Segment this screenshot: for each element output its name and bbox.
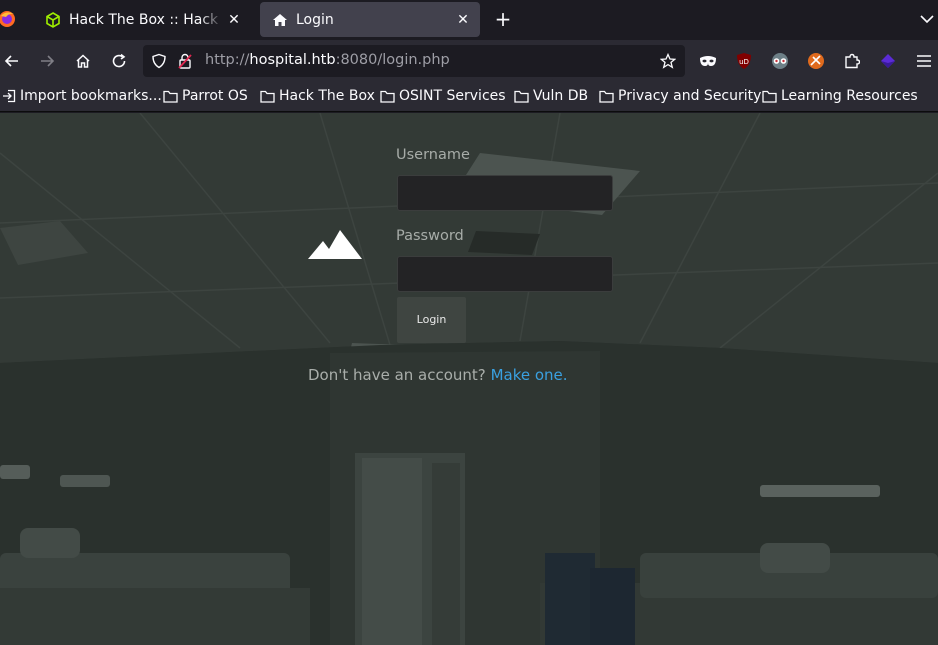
ublock-origin-button[interactable]: uD	[732, 49, 756, 73]
mountain-logo-icon	[308, 230, 362, 259]
chevron-down-icon[interactable]	[918, 10, 936, 28]
url-scheme: http://	[205, 52, 250, 68]
login-page: Username Password Login Don't have an ac…	[0, 113, 938, 645]
home-button[interactable]	[71, 49, 95, 73]
bookmark-folder-osint-services[interactable]: OSINT Services	[380, 88, 506, 104]
extensions-button[interactable]	[840, 49, 864, 73]
forward-button[interactable]	[35, 49, 59, 73]
bookmark-folder-privacy-and-security[interactable]: Privacy and Security	[599, 88, 761, 104]
tab-title: Login	[296, 11, 334, 28]
navigation-toolbar: http://hospital.htb:8080/login.php uD	[0, 40, 938, 82]
bookmark-folder-hack-the-box[interactable]: Hack The Box	[260, 88, 375, 104]
import-icon	[3, 89, 16, 103]
login-button[interactable]: Login	[397, 297, 466, 343]
app-menu-button[interactable]	[912, 49, 936, 73]
close-tab-icon[interactable]: ✕	[452, 12, 474, 28]
bookmark-label: OSINT Services	[399, 88, 506, 104]
url-path: :8080/login.php	[335, 52, 450, 68]
tab-login[interactable]: Login ✕	[260, 2, 480, 37]
puzzle-icon	[845, 53, 860, 69]
folder-icon	[599, 90, 614, 103]
username-input[interactable]	[397, 175, 613, 211]
bookmark-label: Privacy and Security	[618, 88, 762, 104]
reload-icon	[112, 53, 126, 68]
close-tab-icon[interactable]: ✕	[223, 12, 245, 28]
private-mask-button[interactable]	[696, 49, 720, 73]
url-host: hospital.htb	[249, 52, 336, 68]
hamburger-menu-icon	[917, 55, 931, 67]
forward-arrow-icon	[41, 55, 55, 67]
home-icon	[273, 13, 287, 26]
bookmark-label: Import bookmarks...	[20, 88, 162, 104]
hackthebox-cube-icon	[46, 11, 60, 28]
password-input[interactable]	[397, 256, 613, 292]
bookmark-label: Vuln DB	[533, 88, 589, 104]
new-tab-button[interactable]: +	[492, 8, 514, 30]
signup-prompt-text: Don't have an account?	[308, 366, 486, 384]
address-bar[interactable]: http://hospital.htb:8080/login.php	[143, 45, 685, 77]
tab-hackthebox[interactable]: Hack The Box :: Hack The Box ✕	[33, 2, 251, 37]
bookmark-label: Parrot OS	[182, 88, 248, 104]
back-arrow-icon	[4, 55, 18, 67]
bookmark-import[interactable]: Import bookmarks...	[2, 88, 162, 104]
mask-icon	[700, 56, 716, 66]
bookmark-label: Hack The Box	[279, 88, 375, 104]
firefox-menu-icon[interactable]	[0, 10, 18, 28]
bookmark-star-icon[interactable]	[660, 53, 676, 69]
bookmark-folder-vuln-db[interactable]: Vuln DB	[514, 88, 588, 104]
bookmark-folder-learning-resources[interactable]: Learning Resources	[762, 88, 918, 104]
insecure-lock-icon[interactable]	[177, 53, 193, 69]
back-button[interactable]	[0, 49, 24, 73]
glasses-icon	[772, 53, 788, 69]
bookmark-folder-parrot-os[interactable]: Parrot OS	[163, 88, 248, 104]
folder-icon	[514, 90, 529, 103]
purple-diamond-icon	[881, 54, 895, 68]
folder-icon	[163, 90, 178, 103]
signup-prompt: Don't have an account? Make one.	[308, 366, 568, 384]
folder-icon	[762, 90, 777, 103]
url-text[interactable]: http://hospital.htb:8080/login.php	[205, 52, 450, 68]
bookmark-label: Learning Resources	[781, 88, 918, 104]
bookmarks-toolbar: Import bookmarks... Parrot OS Hack The B…	[0, 82, 938, 112]
folder-icon	[260, 90, 275, 103]
tab-strip: Hack The Box :: Hack The Box ✕ Login ✕ +	[0, 0, 938, 40]
home-icon	[76, 54, 90, 68]
folder-icon	[380, 90, 395, 103]
tab-title: Hack The Box :: Hack The Box	[69, 11, 223, 28]
extension-hackbar-button[interactable]	[804, 49, 828, 73]
ublock-shield-icon: uD	[737, 53, 751, 69]
shield-icon[interactable]	[151, 53, 167, 69]
extension-purple-button[interactable]	[876, 49, 900, 73]
username-label: Username	[396, 147, 470, 163]
extension-glasses-button[interactable]	[768, 49, 792, 73]
orange-extension-icon	[808, 53, 824, 69]
make-account-link[interactable]: Make one.	[491, 366, 568, 384]
reload-button[interactable]	[107, 49, 131, 73]
svg-text:uD: uD	[739, 58, 749, 66]
password-label: Password	[396, 228, 464, 244]
